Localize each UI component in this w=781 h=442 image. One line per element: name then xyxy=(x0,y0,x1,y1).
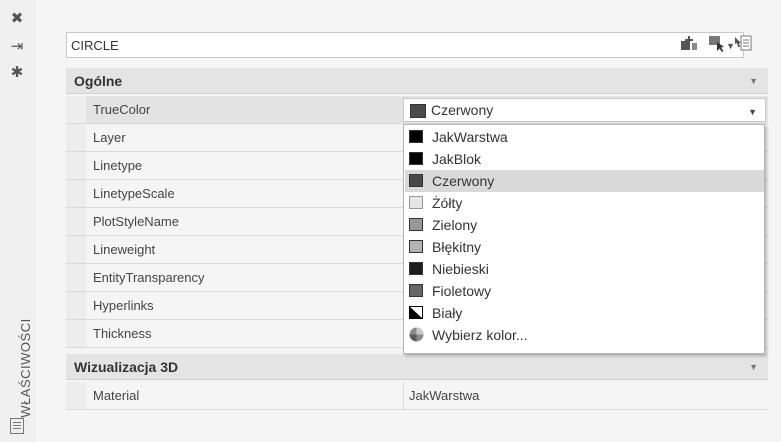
property-label: Hyperlinks xyxy=(93,298,154,313)
color-option-wybierz[interactable]: Wybierz kolor... xyxy=(405,324,764,346)
section-viz3d-header[interactable]: Wizualizacja 3D ▼ xyxy=(66,354,768,380)
property-label: Linetype xyxy=(93,158,143,173)
color-option-label: JakBlok xyxy=(432,151,482,167)
color-option-bialy[interactable]: Biały xyxy=(405,302,764,324)
color-option-zolty[interactable]: Żółty xyxy=(405,192,764,214)
color-option-niebieski[interactable]: Niebieski xyxy=(405,258,764,280)
close-icon[interactable]: ✖ xyxy=(6,10,28,28)
color-option-label: Czerwony xyxy=(432,173,495,189)
color-option-jakwarstwa[interactable]: JakWarstwa xyxy=(405,126,764,148)
chevron-down-icon[interactable]: ▼ xyxy=(748,107,757,117)
palette-menu-icon[interactable] xyxy=(10,418,24,434)
color-dropdown-list: JakWarstwa JakBlok Czerwony Żółty Zielon… xyxy=(403,124,765,354)
settings-icon[interactable]: ✱ xyxy=(6,64,28,82)
row-indent xyxy=(66,96,86,123)
color-option-label: Niebieski xyxy=(432,261,489,277)
row-indent xyxy=(66,292,86,319)
property-label: LinetypeScale xyxy=(93,186,175,201)
section-viz3d-title: Wizualizacja 3D xyxy=(74,359,179,375)
row-indent xyxy=(66,264,86,291)
split-swatch-icon xyxy=(409,306,423,319)
property-label: TrueColor xyxy=(93,102,151,117)
row-indent xyxy=(66,320,86,347)
row-indent xyxy=(66,180,86,207)
section-general-header[interactable]: Ogólne ▼ xyxy=(66,68,768,94)
palette-title: WŁAŚCIWOŚCI xyxy=(18,318,33,418)
collapse-icon[interactable]: ▼ xyxy=(749,76,758,86)
color-option-blekitny[interactable]: Błękitny xyxy=(405,236,764,258)
row-indent xyxy=(66,236,86,263)
row-indent xyxy=(66,152,86,179)
color-option-label: JakWarstwa xyxy=(432,129,508,145)
color-option-jakblok[interactable]: JakBlok xyxy=(405,148,764,170)
color-swatch xyxy=(409,262,423,275)
color-option-label: Zielony xyxy=(432,217,478,233)
row-indent xyxy=(66,382,86,409)
column-divider xyxy=(403,382,404,409)
color-option-label: Biały xyxy=(432,305,463,321)
object-type-value: CIRCLE xyxy=(71,38,119,53)
row-indent xyxy=(66,208,86,235)
auto-hide-icon[interactable]: ⇥ xyxy=(6,38,28,56)
palette-sidebar: ✖ ⇥ ✱ WŁAŚCIWOŚCI xyxy=(0,0,37,442)
color-option-zielony[interactable]: Zielony xyxy=(405,214,764,236)
collapse-icon[interactable]: ▼ xyxy=(749,362,758,372)
color-wheel-icon xyxy=(409,327,424,342)
color-swatch xyxy=(409,284,423,297)
color-option-fioletowy[interactable]: Fioletowy xyxy=(405,280,764,302)
property-label: Thickness xyxy=(93,326,152,341)
object-type-select[interactable]: CIRCLE ▼ xyxy=(66,32,744,58)
toggle-pickadd-icon[interactable] xyxy=(680,34,698,52)
color-option-label: Wybierz kolor... xyxy=(432,327,528,343)
property-label: EntityTransparency xyxy=(93,270,205,285)
color-option-czerwony[interactable]: Czerwony xyxy=(405,170,764,192)
color-swatch xyxy=(409,130,423,143)
truecolor-value: Czerwony xyxy=(431,102,494,118)
property-label: PlotStyleName xyxy=(93,214,179,229)
row-indent xyxy=(66,124,86,151)
color-swatch xyxy=(409,152,423,165)
viz3d-properties-list: Material JakWarstwa xyxy=(66,382,768,410)
quick-select-icon[interactable] xyxy=(734,34,752,52)
color-swatch xyxy=(410,104,426,118)
color-option-label: Fioletowy xyxy=(432,283,492,299)
property-label: Lineweight xyxy=(93,242,156,257)
select-objects-icon[interactable] xyxy=(708,34,726,52)
color-swatch xyxy=(409,174,423,187)
color-option-label: Błękitny xyxy=(432,239,482,255)
color-swatch xyxy=(409,196,423,209)
truecolor-combo[interactable]: Czerwony ▼ xyxy=(403,98,766,122)
property-label: Layer xyxy=(93,130,126,145)
property-label: Material xyxy=(93,388,140,403)
color-swatch xyxy=(409,218,423,231)
color-option-label: Żółty xyxy=(432,195,463,211)
section-general-title: Ogólne xyxy=(74,73,123,89)
properties-panel: CIRCLE ▼ Ogólne ▼ TrueColor Layer Linety… xyxy=(36,0,781,442)
property-row-material[interactable]: Material JakWarstwa xyxy=(66,382,768,410)
color-swatch xyxy=(409,240,423,253)
property-value: JakWarstwa xyxy=(409,388,480,403)
